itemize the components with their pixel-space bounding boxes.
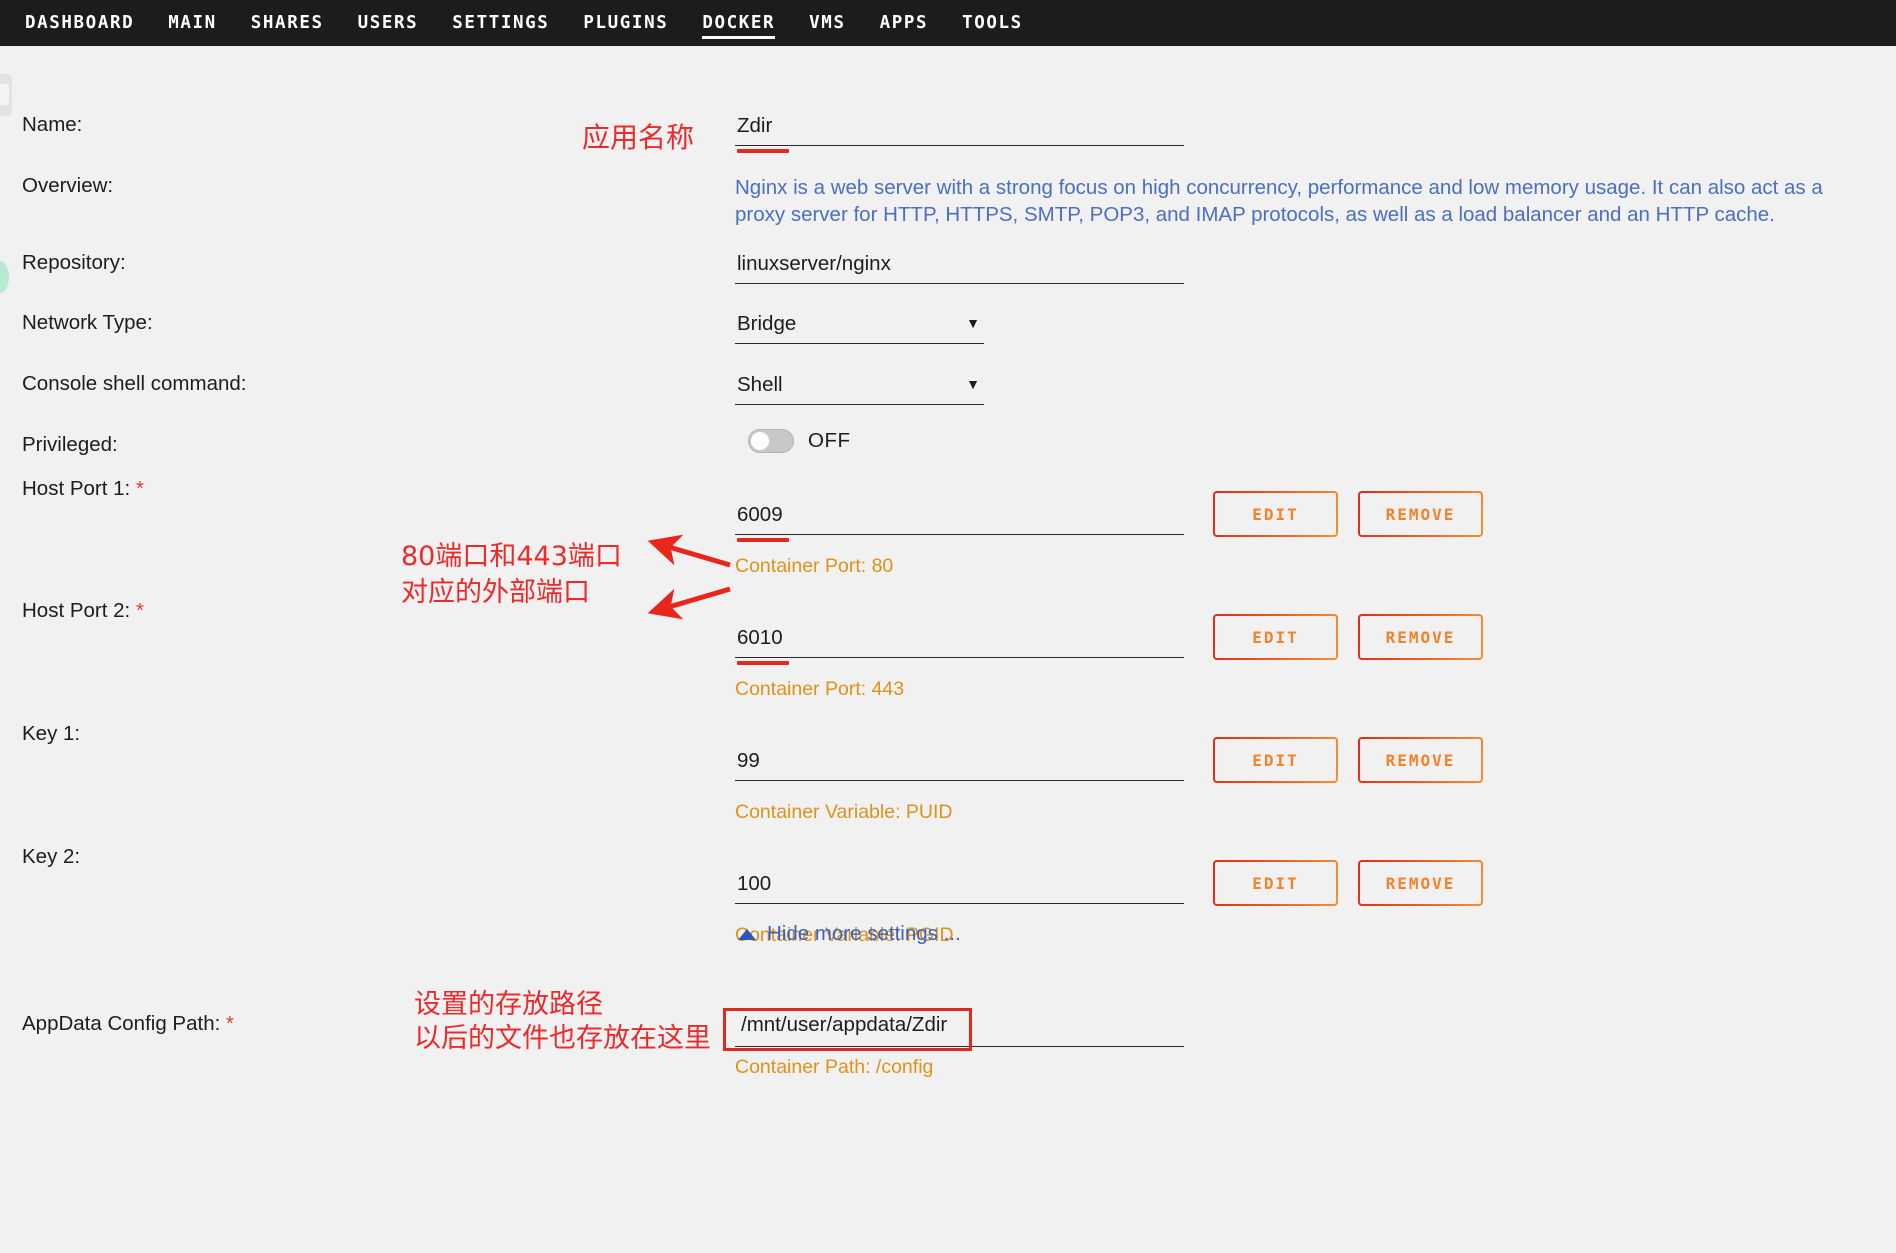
key-1-edit-button[interactable]: EDIT xyxy=(1213,737,1338,783)
host-port-2-input[interactable] xyxy=(735,626,1184,658)
annotation-ports-line-2: 对应的外部端口 xyxy=(401,577,590,608)
edge-widget-box xyxy=(0,74,12,116)
network-type-value[interactable] xyxy=(735,312,984,344)
privileged-state-label: OFF xyxy=(808,429,851,452)
key-1-remove-button[interactable]: REMOVE xyxy=(1358,737,1483,783)
nav-item-docker[interactable]: DOCKER xyxy=(685,0,792,46)
nav-item-main[interactable]: MAIN xyxy=(151,0,234,46)
label-host-port-1: Host Port 1: * xyxy=(22,477,144,501)
label-host-port-1-text: Host Port 1: xyxy=(22,477,131,500)
edge-widget-circle xyxy=(0,261,9,293)
repository-input[interactable] xyxy=(735,252,1184,284)
host-port-1-edit-button[interactable]: EDIT xyxy=(1213,491,1338,537)
console-shell-value[interactable] xyxy=(735,373,984,405)
appdata-config-path-input[interactable] xyxy=(735,1009,1184,1047)
overview-line-2: proxy server for HTTP, HTTPS, SMTP, POP3… xyxy=(735,203,1775,226)
key-2-remove-button[interactable]: REMOVE xyxy=(1358,860,1483,906)
key-2-input[interactable] xyxy=(735,872,1184,904)
label-key-2: Key 2: xyxy=(22,845,81,868)
label-console-shell: Console shell command: xyxy=(22,372,247,395)
key-2-edit-button[interactable]: EDIT xyxy=(1213,860,1338,906)
nav-item-vms[interactable]: VMS xyxy=(792,0,862,46)
host-port-1-highlight xyxy=(737,538,789,542)
host-port-2-hint: Container Port: 443 xyxy=(735,678,905,700)
required-marker: * xyxy=(135,478,144,500)
annotation-path-line-2: 以后的文件也存放在这里 xyxy=(414,1023,711,1054)
label-overview: Overview: xyxy=(22,174,114,197)
label-host-port-2: Host Port 2: * xyxy=(22,599,144,623)
nav-item-apps[interactable]: APPS xyxy=(863,0,946,46)
docker-container-form: Name: Overview: Nginx is a web server wi… xyxy=(0,46,1896,1253)
overview-text: Nginx is a web server with a strong focu… xyxy=(735,174,1896,228)
host-port-1-remove-button[interactable]: REMOVE xyxy=(1358,491,1483,537)
key-1-input[interactable] xyxy=(735,749,1184,781)
arrow-to-host-port-1 xyxy=(647,534,731,568)
key-1-hint: Container Variable: PUID xyxy=(735,801,953,823)
console-shell-select[interactable]: ▼ xyxy=(735,373,984,405)
edge-widget-inner xyxy=(0,84,9,105)
name-input-highlight xyxy=(737,149,789,153)
required-marker: * xyxy=(135,600,144,622)
label-repository: Repository: xyxy=(22,251,126,274)
host-port-1-input[interactable] xyxy=(735,503,1184,535)
label-name: Name: xyxy=(22,113,83,136)
label-appdata-text: AppData Config Path: xyxy=(22,1012,221,1035)
arrow-to-host-port-2 xyxy=(647,586,731,620)
network-type-select[interactable]: ▼ xyxy=(735,312,984,344)
annotation-name: 应用名称 xyxy=(582,121,695,154)
host-port-1-hint: Container Port: 80 xyxy=(735,555,894,577)
name-input[interactable] xyxy=(735,114,1184,146)
privileged-toggle-knob xyxy=(750,431,770,451)
nav-item-shares[interactable]: SHARES xyxy=(234,0,341,46)
host-port-2-edit-button[interactable]: EDIT xyxy=(1213,614,1338,660)
label-network-type: Network Type: xyxy=(22,311,153,334)
hide-more-settings-label: Hide more settings ... xyxy=(767,922,961,945)
hide-more-settings-link[interactable]: Hide more settings ... xyxy=(738,922,961,946)
appdata-config-path-hint: Container Path: /config xyxy=(735,1056,934,1078)
nav-item-tools[interactable]: TOOLS xyxy=(945,0,1040,46)
label-key-1: Key 1: xyxy=(22,722,81,745)
annotation-ports-line-1: 80端口和443端口 xyxy=(401,541,622,572)
nav-item-settings[interactable]: SETTINGS xyxy=(435,0,566,46)
nav-item-users[interactable]: USERS xyxy=(341,0,436,46)
host-port-2-highlight xyxy=(737,661,789,665)
chevron-up-icon xyxy=(738,928,756,940)
privileged-toggle[interactable] xyxy=(748,429,794,453)
label-host-port-2-text: Host Port 2: xyxy=(22,599,131,622)
nav-item-dashboard[interactable]: DASHBOARD xyxy=(8,0,151,46)
overview-line-1: Nginx is a web server with a strong focu… xyxy=(735,176,1823,199)
main-navigation: DASHBOARD MAIN SHARES USERS SETTINGS PLU… xyxy=(0,0,1896,46)
host-port-2-remove-button[interactable]: REMOVE xyxy=(1358,614,1483,660)
label-privileged: Privileged: xyxy=(22,433,118,456)
nav-item-plugins[interactable]: PLUGINS xyxy=(566,0,685,46)
required-marker: * xyxy=(226,1013,234,1035)
label-appdata-config-path: AppData Config Path: * xyxy=(22,1012,234,1036)
annotation-path-line-1: 设置的存放路径 xyxy=(414,989,603,1020)
